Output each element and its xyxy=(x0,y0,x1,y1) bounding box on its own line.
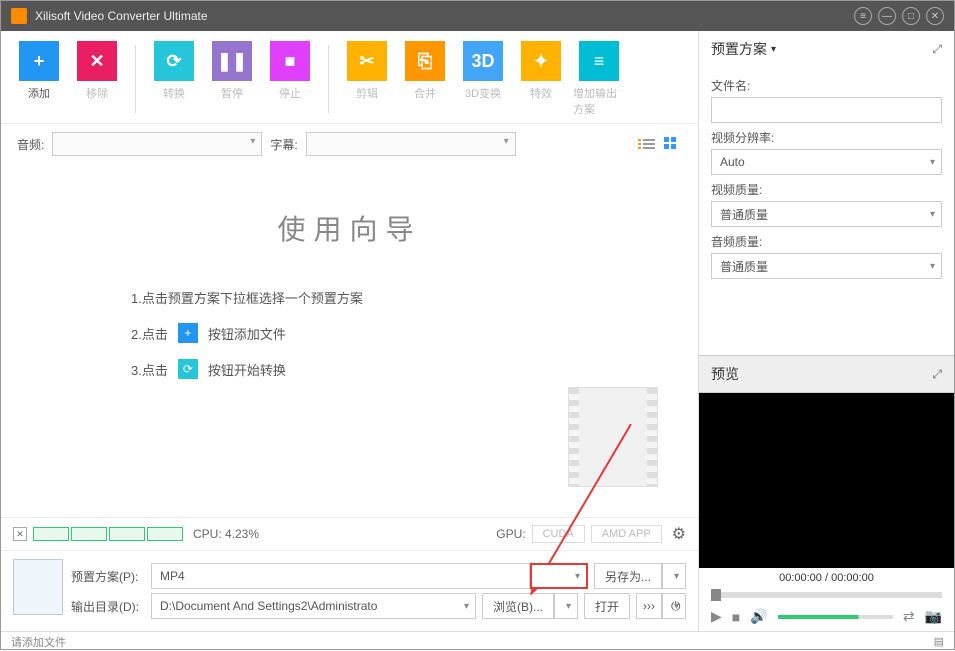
audio-select[interactable] xyxy=(52,132,262,156)
seek-bar[interactable] xyxy=(711,592,942,598)
cpu-meter xyxy=(33,527,183,541)
preview-controls: ▶ ■ 🔊 ⇄ 📷 xyxy=(699,602,954,631)
saveas-button[interactable]: 另存为... xyxy=(594,563,662,589)
outdir-label: 输出目录(D): xyxy=(71,598,151,615)
scissors-icon: ✂ xyxy=(347,41,387,81)
seek-knob[interactable] xyxy=(711,589,721,601)
preview-header: 预览 ⤢ xyxy=(699,355,954,393)
filename-input[interactable] xyxy=(711,97,942,123)
open-button[interactable]: 打开 xyxy=(584,593,630,619)
gpu-label: GPU: xyxy=(496,527,525,541)
list-icon: ≡ xyxy=(579,41,619,81)
preset-header: 预置方案▾ ⤢ xyxy=(699,31,954,67)
grid-view-icon[interactable] xyxy=(664,137,682,151)
stop-button[interactable]: ■停止 xyxy=(264,41,316,117)
profile-dropdown[interactable] xyxy=(530,563,588,589)
effects-button[interactable]: ✦特效 xyxy=(515,41,567,117)
subtitle-select[interactable] xyxy=(306,132,516,156)
filter-row: 音频: 字幕: xyxy=(1,124,698,164)
audio-label: 音频: xyxy=(17,136,44,153)
panel-toggle-icon[interactable]: ▤ xyxy=(934,635,944,648)
play-icon[interactable]: ▶ xyxy=(711,608,722,625)
saveas-dropdown[interactable] xyxy=(662,563,686,589)
refresh-icon: ⟳ xyxy=(154,41,194,81)
close-meter-button[interactable]: ✕ xyxy=(13,527,27,541)
volume-icon[interactable]: 🔊 xyxy=(750,608,767,625)
browse-dropdown[interactable] xyxy=(554,593,578,619)
plus-icon: + xyxy=(19,41,59,81)
audio-quality-select[interactable]: 普通质量 xyxy=(711,253,942,279)
plus-icon: + xyxy=(178,323,198,343)
x-icon: ✕ xyxy=(77,41,117,81)
more-button[interactable]: ››› xyxy=(636,593,662,619)
video-quality-select[interactable]: 普通质量 xyxy=(711,201,942,227)
app-logo-icon xyxy=(11,8,27,24)
convert-button[interactable]: ⟳转换 xyxy=(148,41,200,117)
list-view-icon[interactable] xyxy=(638,137,656,151)
wizard-step-3: 3.点击⟳按钮开始转换 xyxy=(131,359,678,379)
status-text: 请添加文件 xyxy=(11,634,66,650)
remove-button[interactable]: ✕移除 xyxy=(71,41,123,117)
audio-quality-label: 音频质量: xyxy=(711,233,942,250)
3d-icon: 3D xyxy=(463,41,503,81)
merge-icon: ⎘ xyxy=(405,41,445,81)
maximize-button[interactable]: □ xyxy=(902,7,920,25)
wizard-step-2: 2.点击+按钮添加文件 xyxy=(131,323,678,343)
subtitle-label: 字幕: xyxy=(270,136,297,153)
status-bar: 请添加文件 ▤ xyxy=(1,631,954,651)
expand-preset-icon[interactable]: ⤢ xyxy=(932,42,942,57)
titlebar: Xilisoft Video Converter Ultimate ≡ — □ … xyxy=(1,1,954,31)
system-row: ✕ CPU: 4.23% GPU: CUDA AMD APP ⚙ xyxy=(1,517,698,550)
resolution-label: 视频分辨率: xyxy=(711,129,942,146)
switch-icon[interactable]: ⇄ xyxy=(903,608,915,625)
resolution-select[interactable]: Auto xyxy=(711,149,942,175)
clip-button[interactable]: ✂剪辑 xyxy=(341,41,393,117)
profile-field: MP4 xyxy=(151,563,530,589)
pause-icon: ❚❚ xyxy=(212,41,252,81)
toolbar: +添加 ✕移除 ⟳转换 ❚❚暂停 ■停止 ✂剪辑 ⎘合并 3D3D变换 ✦特效 … xyxy=(1,31,698,124)
outdir-field[interactable]: D:\Document And Settings2\Administrato xyxy=(151,593,476,619)
expand-preview-icon[interactable]: ⤢ xyxy=(932,367,942,382)
postaction-dropdown[interactable]: ⏻ xyxy=(662,593,686,619)
add-button[interactable]: +添加 xyxy=(13,41,65,117)
filename-label: 文件名: xyxy=(711,77,942,94)
volume-slider[interactable] xyxy=(778,615,893,619)
amd-button[interactable]: AMD APP xyxy=(591,525,662,543)
wizard-area: 使用向导 1.点击预置方案下拉框选择一个预置方案 2.点击+按钮添加文件 3.点… xyxy=(1,164,698,517)
cuda-button[interactable]: CUDA xyxy=(532,525,585,543)
wizard-step-1: 1.点击预置方案下拉框选择一个预置方案 xyxy=(131,288,678,307)
merge-button[interactable]: ⎘合并 xyxy=(399,41,451,117)
video-preview xyxy=(699,393,954,568)
close-button[interactable]: ✕ xyxy=(926,7,944,25)
cpu-label: CPU: 4.23% xyxy=(193,527,259,541)
stop-icon: ■ xyxy=(270,41,310,81)
profile-label: 预置方案(P): xyxy=(71,568,151,585)
minimize-button[interactable]: — xyxy=(878,7,896,25)
format-thumb-icon xyxy=(13,559,63,615)
time-display: 00:00:00 / 00:00:00 xyxy=(699,568,954,588)
pause-button[interactable]: ❚❚暂停 xyxy=(206,41,258,117)
refresh-icon: ⟳ xyxy=(178,359,198,379)
menu-button[interactable]: ≡ xyxy=(854,7,872,25)
snapshot-icon[interactable]: 📷 xyxy=(925,608,942,625)
3d-button[interactable]: 3D3D变换 xyxy=(457,41,509,117)
gear-icon[interactable]: ⚙ xyxy=(672,524,686,544)
sparkle-icon: ✦ xyxy=(521,41,561,81)
wizard-title: 使用向导 xyxy=(21,208,678,248)
stop-preview-icon[interactable]: ■ xyxy=(732,609,740,625)
app-title: Xilisoft Video Converter Ultimate xyxy=(35,9,208,23)
video-quality-label: 视频质量: xyxy=(711,181,942,198)
filmstrip-icon xyxy=(568,387,658,487)
add-output-button[interactable]: ≡增加输出方案 xyxy=(573,41,625,117)
browse-button[interactable]: 浏览(B)... xyxy=(482,593,554,619)
output-options: 预置方案(P): MP4 另存为... 输出目录(D): D:\Document… xyxy=(1,550,698,631)
